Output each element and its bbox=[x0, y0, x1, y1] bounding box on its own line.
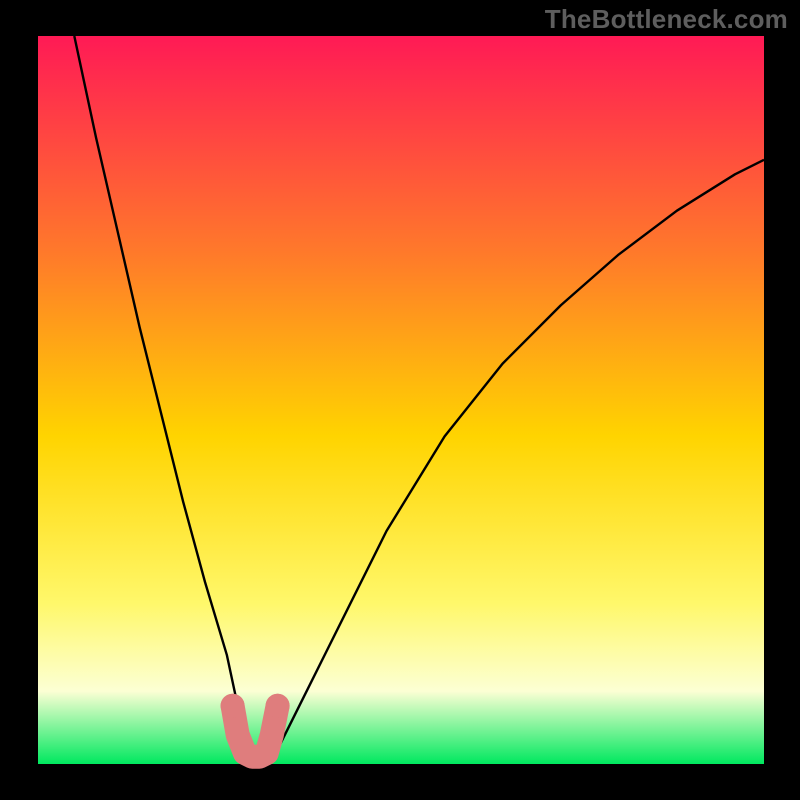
pink-endpoint-left bbox=[221, 694, 245, 718]
chart-frame: TheBottleneck.com bbox=[0, 0, 800, 800]
bottleneck-chart bbox=[0, 0, 800, 800]
watermark-label: TheBottleneck.com bbox=[545, 4, 788, 35]
pink-endpoint-right bbox=[266, 694, 290, 718]
plot-background bbox=[38, 36, 764, 764]
